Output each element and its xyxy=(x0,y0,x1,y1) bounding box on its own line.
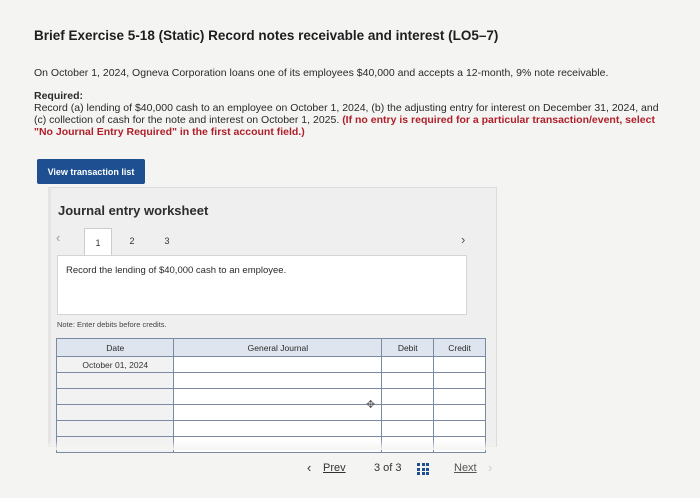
debit-field[interactable] xyxy=(381,372,435,389)
required-line-2-note: (If no entry is required for a particula… xyxy=(342,114,655,126)
column-header-debit: Debit xyxy=(381,338,435,357)
table-row xyxy=(55,388,486,405)
table-row xyxy=(55,404,486,421)
table-row xyxy=(55,372,486,389)
required-line-3-note: "No Journal Entry Required" in the first… xyxy=(34,126,305,138)
chevron-left-icon[interactable]: ‹ xyxy=(307,460,311,475)
chevron-right-icon[interactable]: › xyxy=(461,232,465,247)
column-header-general-journal: General Journal xyxy=(173,338,383,357)
account-field[interactable] xyxy=(173,388,383,405)
instruction-box xyxy=(57,255,467,315)
date-cell xyxy=(55,388,175,405)
chevron-left-icon[interactable]: ‹ xyxy=(56,230,60,245)
panel-edge xyxy=(48,187,51,445)
required-label: Required: xyxy=(34,90,83,103)
instruction-text: Record the lending of $40,000 cash to an… xyxy=(66,265,287,276)
required-line-2-plain: (c) collection of cash for the note and … xyxy=(34,114,343,126)
next-button[interactable]: Next xyxy=(454,462,477,474)
credit-field[interactable] xyxy=(433,388,486,405)
date-cell xyxy=(55,420,175,437)
account-field[interactable] xyxy=(173,356,383,373)
journal-entry-table: Date General Journal Debit Credit Octobe… xyxy=(55,338,486,453)
required-line-2: (c) collection of cash for the note and … xyxy=(34,114,655,127)
column-header-credit: Credit xyxy=(433,338,486,357)
credit-field[interactable] xyxy=(433,404,486,421)
page-position: 3 of 3 xyxy=(374,462,402,474)
date-cell xyxy=(55,404,175,421)
tab-3[interactable]: 3 xyxy=(154,228,180,254)
debit-field[interactable] xyxy=(381,388,435,405)
date-cell xyxy=(55,372,175,389)
problem-intro: On October 1, 2024, Ogneva Corporation l… xyxy=(34,67,609,79)
required-line-1: Record (a) lending of $40,000 cash to an… xyxy=(34,102,659,114)
prev-button[interactable]: Prev xyxy=(323,462,346,474)
debit-credit-note: Note: Enter debits before credits. xyxy=(57,320,167,329)
panel-fade xyxy=(48,440,496,450)
account-field[interactable] xyxy=(173,372,383,389)
worksheet-title: Journal entry worksheet xyxy=(58,203,209,218)
required-heading: Required: xyxy=(34,90,84,102)
date-cell: October 01, 2024 xyxy=(55,356,175,373)
credit-field[interactable] xyxy=(433,372,486,389)
view-transaction-list-button[interactable]: View transaction list xyxy=(37,159,145,184)
tab-2[interactable]: 2 xyxy=(119,228,145,254)
credit-field[interactable] xyxy=(433,356,486,373)
debit-field[interactable] xyxy=(381,420,435,437)
grid-icon[interactable] xyxy=(417,463,430,475)
account-field[interactable] xyxy=(173,404,383,421)
tab-1[interactable]: 1 xyxy=(84,228,112,257)
table-row: October 01, 2024 xyxy=(55,356,486,373)
page-title: Brief Exercise 5-18 (Static) Record note… xyxy=(34,28,499,43)
debit-field[interactable] xyxy=(381,404,435,421)
account-field[interactable] xyxy=(173,420,383,437)
move-cursor-icon: ✥ xyxy=(366,399,376,411)
credit-field[interactable] xyxy=(433,420,486,437)
debit-field[interactable] xyxy=(381,356,435,373)
table-row xyxy=(55,420,486,437)
column-header-date: Date xyxy=(55,338,175,357)
chevron-right-icon[interactable]: › xyxy=(488,460,492,475)
